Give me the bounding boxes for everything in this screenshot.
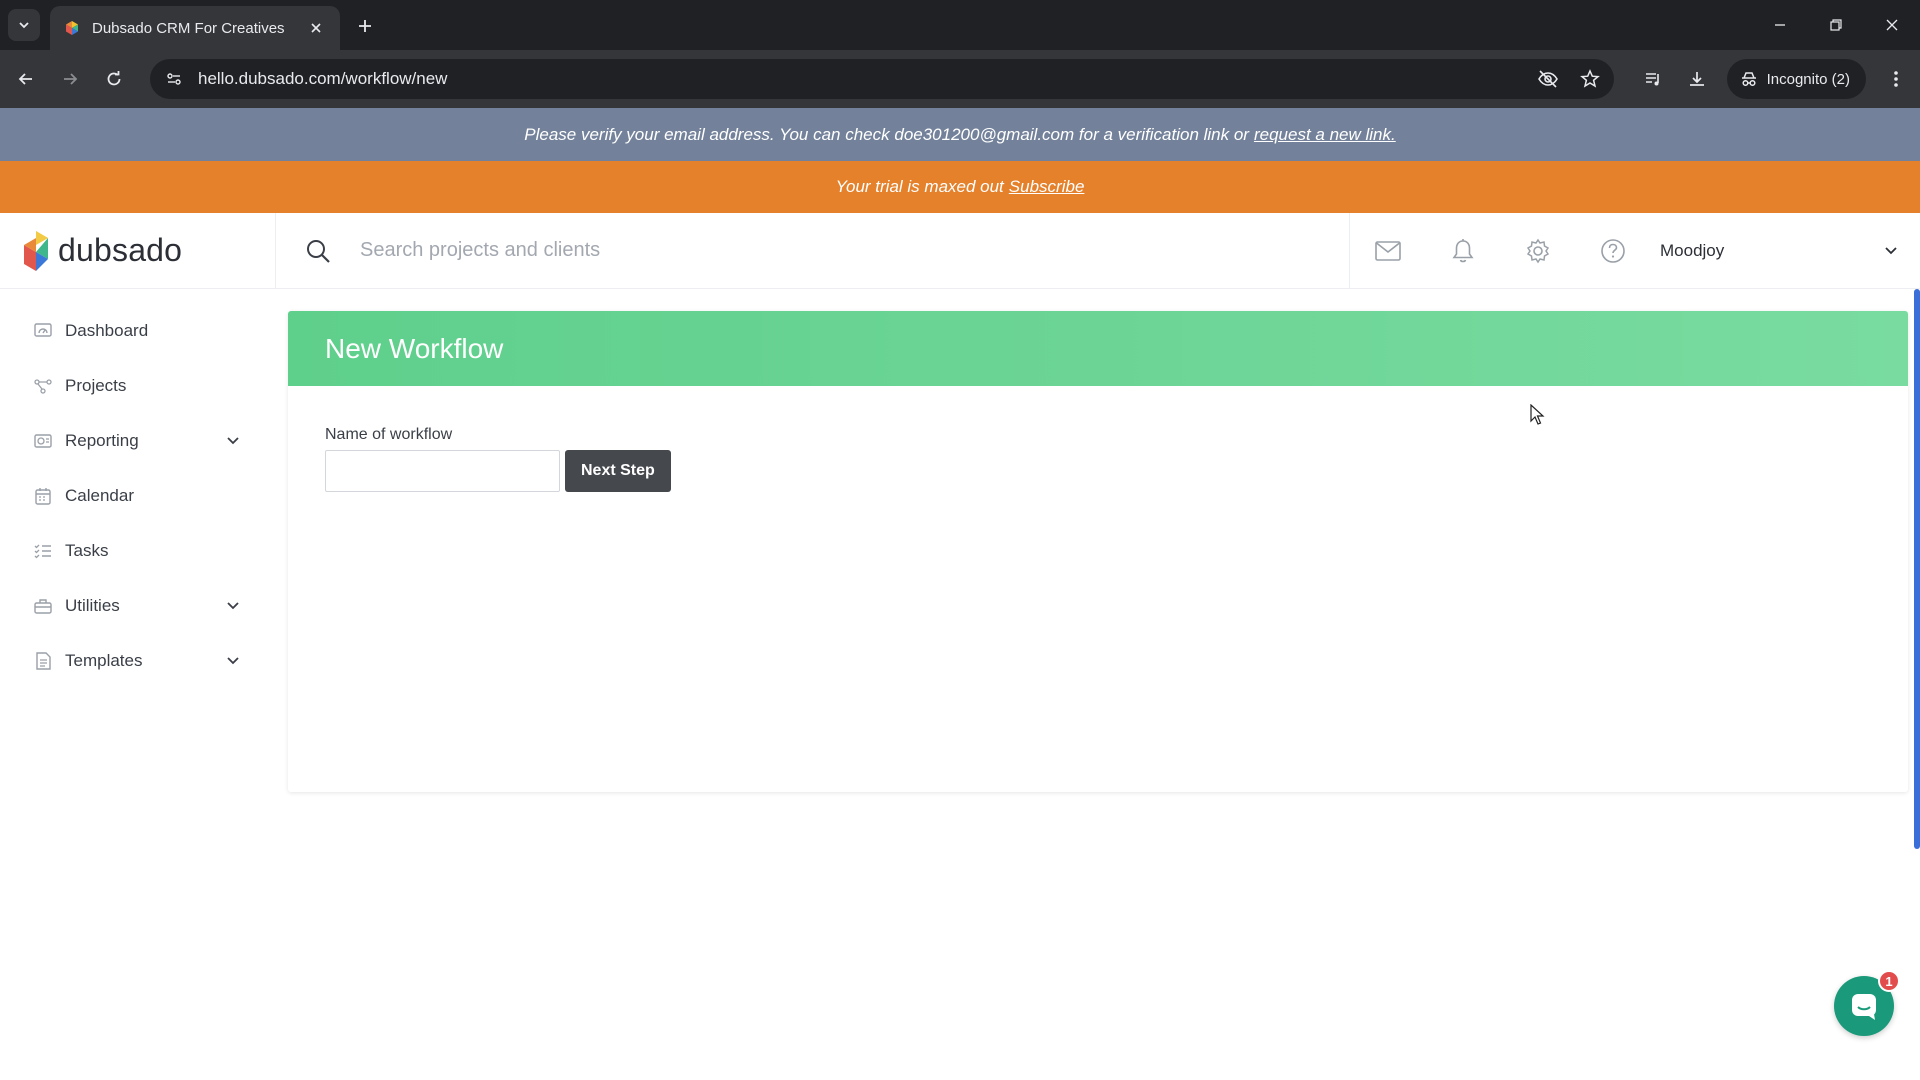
minimize-button[interactable] [1752, 0, 1808, 50]
sidebar-item-label: Templates [65, 650, 143, 670]
browser-tabbar: Dubsado CRM For Creatives [0, 0, 1920, 50]
projects-icon [33, 376, 53, 396]
sidebar-item-tasks[interactable]: Tasks [0, 523, 276, 578]
sidebar-item-utilities[interactable]: Utilities [0, 578, 276, 633]
sidebar-item-calendar[interactable]: Calendar [0, 468, 276, 523]
restore-button[interactable] [1808, 0, 1864, 50]
site-info-icon[interactable] [160, 65, 188, 93]
tab-list-button[interactable] [8, 9, 40, 41]
mouse-cursor-icon [1530, 404, 1545, 425]
bell-icon[interactable] [1425, 213, 1500, 289]
minimize-icon [1775, 24, 1785, 26]
forward-button[interactable] [52, 61, 88, 97]
sidebar-item-label: Utilities [65, 595, 120, 615]
trial-banner-text: Your trial is maxed out [835, 177, 1004, 196]
sidebar-item-label: Reporting [65, 430, 139, 450]
incognito-label: Incognito (2) [1766, 70, 1850, 88]
logo[interactable]: dubsado [0, 212, 276, 289]
new-tab-button[interactable] [352, 13, 378, 39]
subscribe-link[interactable]: Subscribe [1009, 177, 1085, 197]
reload-icon [107, 71, 121, 86]
url-text[interactable]: hello.dubsado.com/workflow/new [198, 69, 1530, 89]
sidebar-item-reporting[interactable]: Reporting [0, 413, 276, 468]
verify-banner-text: Please verify your email address. You ca… [524, 124, 1249, 144]
chat-launcher-button[interactable]: 1 [1834, 970, 1900, 1036]
tasks-icon [33, 541, 53, 561]
dubsado-favicon-icon [66, 21, 78, 35]
user-name: Moodjoy [1660, 240, 1725, 260]
sidebar: Dashboard Projects Reporting Calendar Ta… [0, 289, 276, 1060]
app-header: dubsado Moodjoy [0, 212, 1920, 289]
search-input[interactable] [360, 239, 1060, 262]
close-window-button[interactable] [1864, 0, 1920, 50]
search-bar [276, 212, 1350, 289]
mail-icon[interactable] [1350, 213, 1425, 289]
media-control-icon[interactable] [1633, 59, 1673, 99]
arrow-left-icon [18, 73, 32, 85]
restore-icon [1830, 19, 1842, 31]
logo-text: dubsado [58, 232, 183, 268]
chevron-down-icon[interactable] [226, 656, 240, 666]
sidebar-item-label: Dashboard [65, 320, 149, 340]
card-body: Name of workflow Next Step [288, 386, 1908, 532]
utilities-icon [33, 596, 53, 616]
sidebar-item-label: Tasks [65, 540, 109, 560]
header-icons [1350, 213, 1650, 289]
incognito-badge[interactable]: Incognito (2) [1726, 59, 1866, 99]
window-controls [1752, 0, 1920, 50]
back-button[interactable] [8, 61, 44, 97]
page-title: New Workflow [325, 332, 504, 364]
main-area: Dashboard Projects Reporting Calendar Ta… [0, 289, 1920, 1060]
star-icon[interactable] [1572, 61, 1608, 97]
chevron-down-icon[interactable] [226, 601, 240, 611]
request-new-link[interactable]: request a new link. [1254, 125, 1396, 145]
dashboard-icon [33, 321, 53, 341]
incognito-icon [1741, 72, 1756, 87]
download-icon[interactable] [1677, 59, 1717, 99]
browser-tab[interactable]: Dubsado CRM For Creatives [50, 6, 340, 50]
eye-off-icon[interactable] [1530, 61, 1566, 97]
tab-close-icon[interactable] [306, 18, 326, 38]
new-workflow-card: New Workflow Name of workflow Next Step [288, 311, 1908, 792]
arrow-right-icon [64, 73, 78, 85]
help-icon[interactable] [1575, 213, 1650, 289]
search-icon[interactable] [298, 231, 338, 271]
sidebar-item-label: Calendar [65, 485, 134, 505]
next-step-button[interactable]: Next Step [565, 450, 671, 492]
trial-banner: Your trial is maxed out Subscribe [0, 161, 1920, 213]
gear-icon[interactable] [1500, 213, 1575, 289]
browser-menu-icon[interactable] [1876, 59, 1916, 99]
user-menu[interactable]: Moodjoy [1650, 213, 1920, 289]
tab-title: Dubsado CRM For Creatives [92, 19, 285, 37]
chat-icon [1852, 994, 1876, 1020]
address-bar[interactable]: hello.dubsado.com/workflow/new [150, 59, 1614, 99]
close-icon [1886, 19, 1898, 31]
reload-button[interactable] [96, 61, 132, 97]
workflow-name-row: Next Step [325, 450, 1871, 492]
reporting-icon [33, 431, 53, 451]
chat-badge: 1 [1878, 970, 1900, 992]
chevron-down-icon [19, 22, 29, 29]
calendar-icon [33, 486, 53, 506]
plus-icon [359, 20, 371, 32]
chevron-down-icon [1885, 246, 1897, 254]
browser-toolbar: hello.dubsado.com/workflow/new Incognito… [0, 50, 1920, 108]
sidebar-item-templates[interactable]: Templates [0, 633, 276, 688]
toolbar-right: Incognito (2) [1633, 50, 1920, 108]
templates-icon [33, 651, 53, 671]
page-scrollbar[interactable] [1914, 289, 1920, 849]
chevron-down-icon[interactable] [226, 436, 240, 446]
dubsado-logo-icon [24, 230, 48, 271]
sidebar-item-dashboard[interactable]: Dashboard [0, 303, 276, 358]
verify-email-banner: Please verify your email address. You ca… [0, 108, 1920, 161]
workflow-name-input[interactable] [325, 450, 560, 492]
card-header: New Workflow [288, 311, 1908, 386]
workflow-name-label: Name of workflow [325, 426, 453, 443]
sidebar-item-label: Projects [65, 375, 127, 395]
sidebar-item-projects[interactable]: Projects [0, 358, 276, 413]
